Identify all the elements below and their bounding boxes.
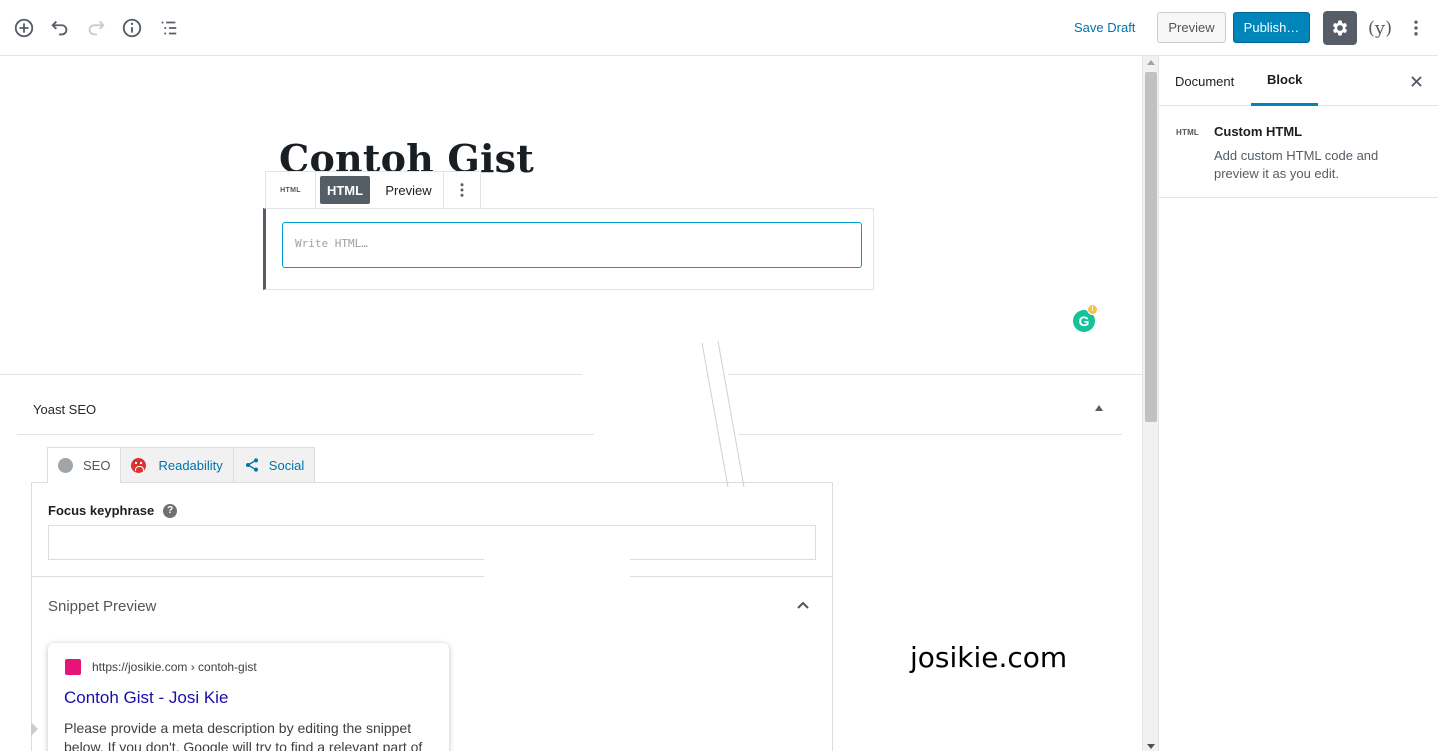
custom-html-block: Write HTML… [263, 208, 874, 290]
tab-block[interactable]: Block [1251, 56, 1319, 106]
divider [32, 576, 832, 577]
tab-social[interactable]: Social [232, 447, 316, 482]
watermark-text: josikie.com [910, 641, 1068, 674]
block-type-html-icon[interactable]: HTML [266, 172, 316, 208]
html-code-textarea[interactable]: Write HTML… [282, 222, 862, 268]
scroll-up-icon[interactable] [1147, 60, 1155, 65]
tab-label: Readability [158, 457, 223, 473]
yoast-seo-title: Yoast SEO [33, 402, 97, 417]
publish-button[interactable]: Publish… [1233, 12, 1310, 43]
divider [738, 434, 1122, 435]
settings-sidebar: Document Block HTML Custom HTML Add cust… [1158, 56, 1438, 751]
metabox-divider [728, 374, 1142, 375]
google-snippet-preview: https://josikie.com › contoh-gist Contoh… [48, 643, 449, 751]
info-icon[interactable] [118, 14, 146, 42]
share-icon [245, 458, 258, 472]
caret-right-icon [31, 722, 38, 736]
block-info-card: HTML Custom HTML Add custom HTML code an… [1159, 106, 1438, 198]
focus-keyphrase-label: Focus keyphrase ? [48, 503, 178, 518]
tab-label: Social [268, 457, 305, 473]
editor-scrollbar[interactable] [1142, 56, 1158, 751]
yoast-tabs: SEO Readability Social [47, 447, 316, 483]
scrollbar-thumb[interactable] [1145, 72, 1157, 422]
editor-canvas: Contoh Gist HTML HTML Preview Write HTML… [0, 56, 1142, 751]
divider [17, 434, 594, 435]
seo-score-icon [58, 458, 73, 473]
metabox-divider [0, 374, 582, 375]
scroll-down-icon[interactable] [1147, 744, 1155, 749]
gear-icon [1332, 20, 1348, 36]
tab-label: SEO [83, 458, 111, 473]
editor-header: Save Draft Preview Publish… (y) [0, 0, 1438, 56]
block-navigation-icon[interactable] [154, 14, 182, 42]
html-block-icon: HTML [1176, 128, 1200, 137]
help-icon[interactable]: ? [163, 503, 178, 518]
html-mode-button[interactable]: HTML [320, 176, 370, 204]
torn-edge-overlay [484, 556, 630, 581]
settings-button[interactable] [1323, 11, 1357, 45]
save-draft-button[interactable]: Save Draft [1068, 18, 1141, 37]
add-block-icon[interactable] [10, 14, 38, 42]
yoast-icon: (y) [1367, 17, 1393, 39]
focus-keyphrase-input[interactable] [48, 525, 816, 560]
collapse-arrow-icon [1095, 405, 1103, 411]
tab-seo[interactable]: SEO [47, 447, 122, 483]
snippet-description[interactable]: Please provide a meta description by edi… [64, 719, 434, 751]
focus-keyphrase-text: Focus keyphrase [48, 503, 155, 518]
torn-edge-line [701, 341, 745, 488]
snippet-preview-title[interactable]: Snippet Preview [48, 598, 156, 615]
close-icon[interactable] [1407, 72, 1425, 90]
vertical-ellipsis-icon [1414, 20, 1418, 36]
block-name: Custom HTML [1214, 124, 1303, 139]
snippet-title[interactable]: Contoh Gist - Josi Kie [64, 688, 228, 708]
block-description: Add custom HTML code and preview it as y… [1214, 148, 1379, 181]
more-options-button[interactable] [1403, 14, 1429, 42]
yoast-seo-content: Focus keyphrase ? Snippet Preview https:… [31, 482, 833, 751]
tab-document[interactable]: Document [1159, 56, 1250, 106]
grammarly-alert-badge: ! [1087, 304, 1098, 315]
snippet-url: https://josikie.com › contoh-gist [92, 660, 257, 674]
vertical-ellipsis-icon [460, 183, 464, 197]
undo-icon[interactable] [46, 14, 74, 42]
preview-mode-button[interactable]: Preview [374, 172, 444, 208]
preview-button[interactable]: Preview [1157, 12, 1226, 43]
sad-face-icon [131, 457, 147, 473]
yoast-seo-panel-header[interactable]: Yoast SEO [17, 376, 1122, 435]
chevron-up-icon[interactable] [797, 599, 809, 611]
block-more-options-button[interactable] [444, 172, 480, 208]
site-favicon-icon [65, 659, 81, 675]
tab-readability[interactable]: Readability [120, 447, 234, 482]
redo-icon[interactable] [82, 14, 110, 42]
yoast-plugin-button[interactable]: (y) [1366, 14, 1394, 42]
block-toolbar: HTML HTML Preview [265, 171, 481, 209]
sidebar-tabs: Document Block [1159, 56, 1438, 106]
